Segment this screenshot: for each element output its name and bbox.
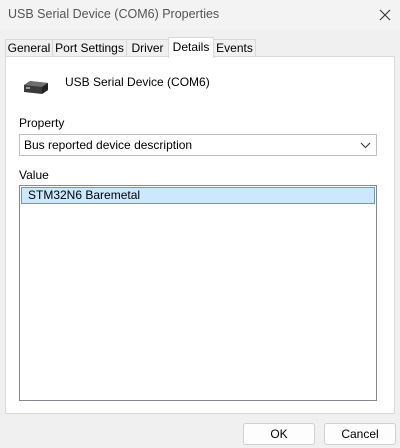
usb-device-icon — [24, 81, 48, 94]
property-label: Property — [19, 116, 65, 130]
tab-port-settings[interactable]: Port Settings — [52, 39, 127, 57]
close-button[interactable] — [370, 0, 400, 30]
ok-button[interactable]: OK — [243, 423, 315, 445]
cancel-button[interactable]: Cancel — [324, 423, 396, 445]
tab-strip: General Port Settings Driver Details Eve… — [5, 37, 395, 58]
property-selected-value: Bus reported device description — [24, 138, 193, 152]
tab-driver[interactable]: Driver — [126, 39, 169, 57]
title-bar: USB Serial Device (COM6) Properties — [0, 0, 400, 30]
value-label: Value — [19, 168, 49, 182]
value-listbox[interactable]: STM32N6 Baremetal — [19, 185, 377, 401]
chevron-down-icon — [360, 142, 371, 149]
tab-events[interactable]: Events — [213, 39, 256, 57]
tab-details[interactable]: Details — [168, 37, 214, 58]
property-select[interactable]: Bus reported device description — [19, 134, 377, 156]
list-item[interactable]: STM32N6 Baremetal — [21, 187, 375, 204]
details-panel: USB Serial Device (COM6) Property Bus re… — [5, 56, 395, 414]
device-name: USB Serial Device (COM6) — [65, 75, 210, 89]
window-title: USB Serial Device (COM6) Properties — [8, 7, 220, 21]
close-icon — [379, 9, 391, 21]
tab-general[interactable]: General — [5, 39, 53, 57]
